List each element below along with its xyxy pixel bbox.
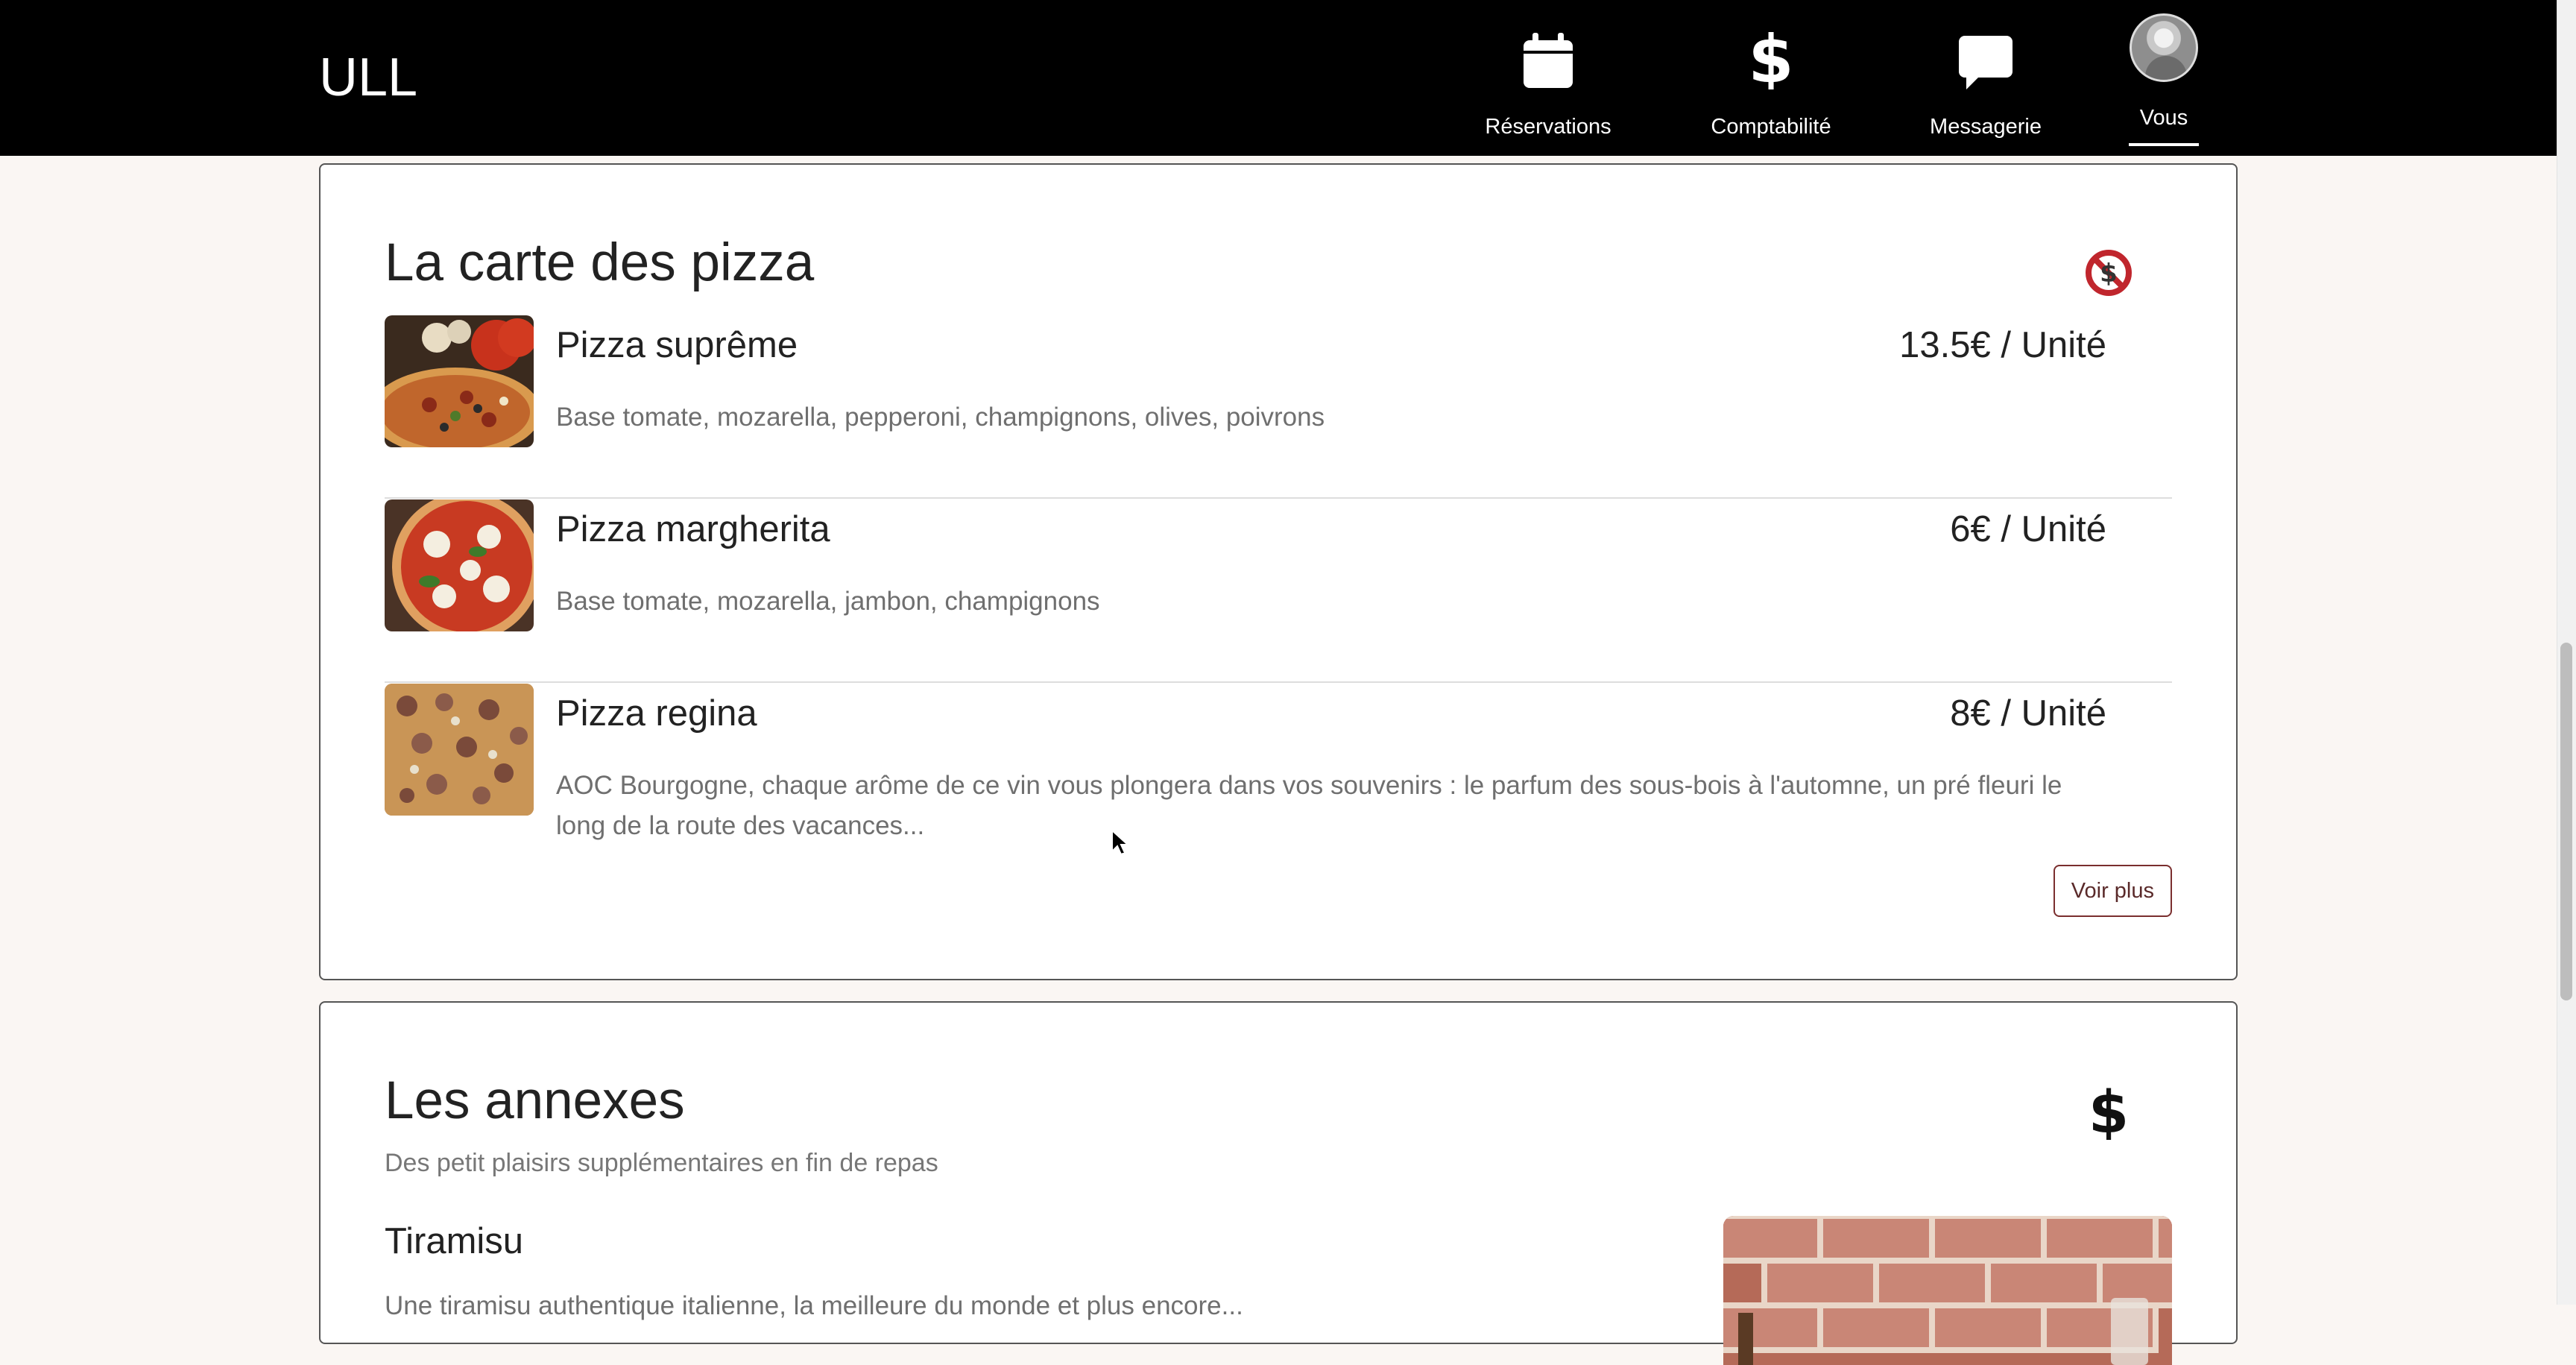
pizza-margherita-photo <box>385 499 534 631</box>
item-price: 8€ / Unité <box>1950 693 2106 734</box>
nav-label-comptabilite: Comptabilité <box>1711 115 1831 139</box>
svg-text:$: $ <box>2100 259 2118 289</box>
item-description: Base tomate, mozarella, pepperoni, champ… <box>556 403 1325 432</box>
section-title: Les annexes <box>385 1071 685 1130</box>
nav-item-vous[interactable]: Vous <box>2059 10 2268 137</box>
mouse-cursor-icon <box>1111 828 1130 860</box>
item-price: 13.5€ / Unité <box>1899 325 2106 365</box>
nav-item-reservations[interactable]: Réservations <box>1444 15 1652 142</box>
item-name: Pizza suprême <box>556 325 798 365</box>
nav-item-messagerie[interactable]: Messagerie <box>1881 15 2090 142</box>
item-name: Tiramisu <box>385 1221 524 1261</box>
calendar-icon <box>1522 15 1574 89</box>
section-title: La carte des pizza <box>385 233 815 292</box>
item-description: Base tomate, mozarella, jambon, champign… <box>556 587 1100 616</box>
section-subtitle: Des petit plaisirs supplémentaires en fi… <box>385 1149 938 1177</box>
item-description: Une tiramisu authentique italienne, la m… <box>385 1291 1243 1320</box>
item-description: AOC Bourgogne, chaque arôme de ce vin vo… <box>556 771 2062 840</box>
brand-logo[interactable]: ULL <box>319 48 417 107</box>
svg-text:$: $ <box>2089 1080 2129 1140</box>
item-name: Pizza margherita <box>556 509 830 549</box>
nav-label-vous: Vous <box>2139 106 2188 130</box>
no-sign-icon[interactable]: $ <box>2084 248 2133 297</box>
user-avatar-image <box>2130 13 2198 82</box>
nav-item-comptabilite[interactable]: $ Comptabilité <box>1667 15 1875 142</box>
avatar[interactable] <box>2130 10 2198 82</box>
voir-plus-button[interactable]: Voir plus <box>2053 865 2172 917</box>
pizza-regina-photo <box>385 684 534 816</box>
item-name: Pizza regina <box>556 693 757 734</box>
chat-bubble-icon <box>1957 15 2014 89</box>
top-navbar: ULL Réservations $ Comptabilité Messager… <box>0 0 2557 156</box>
svg-text:$: $ <box>1749 27 1793 89</box>
annexes-menu-card: Les annexes Des petit plaisirs supplémen… <box>319 1001 2238 1365</box>
dollar-icon: $ <box>1749 15 1793 89</box>
nav-label-reservations: Réservations <box>1485 115 1611 139</box>
menu-item[interactable]: Pizza suprême 13.5€ / Unité Base tomate,… <box>385 315 2172 499</box>
pizza-supreme-photo <box>385 315 534 447</box>
active-nav-indicator <box>2129 143 2199 146</box>
pizza-menu-card: La carte des pizza $ Pizza suprême 13.5€… <box>319 163 2238 980</box>
item-price: 6€ / Unité <box>1950 509 2106 549</box>
nav-label-messagerie: Messagerie <box>1930 115 2042 139</box>
menu-item[interactable]: Pizza regina 8€ / Unité AOC Bourgogne, c… <box>385 684 2172 867</box>
menu-item[interactable]: Pizza margherita 6€ / Unité Base tomate,… <box>385 499 2172 683</box>
dollar-icon[interactable]: $ <box>2084 1079 2133 1147</box>
page-scrollbar-thumb[interactable] <box>2560 643 2572 1000</box>
tiramisu-photo <box>1723 1216 2172 1365</box>
